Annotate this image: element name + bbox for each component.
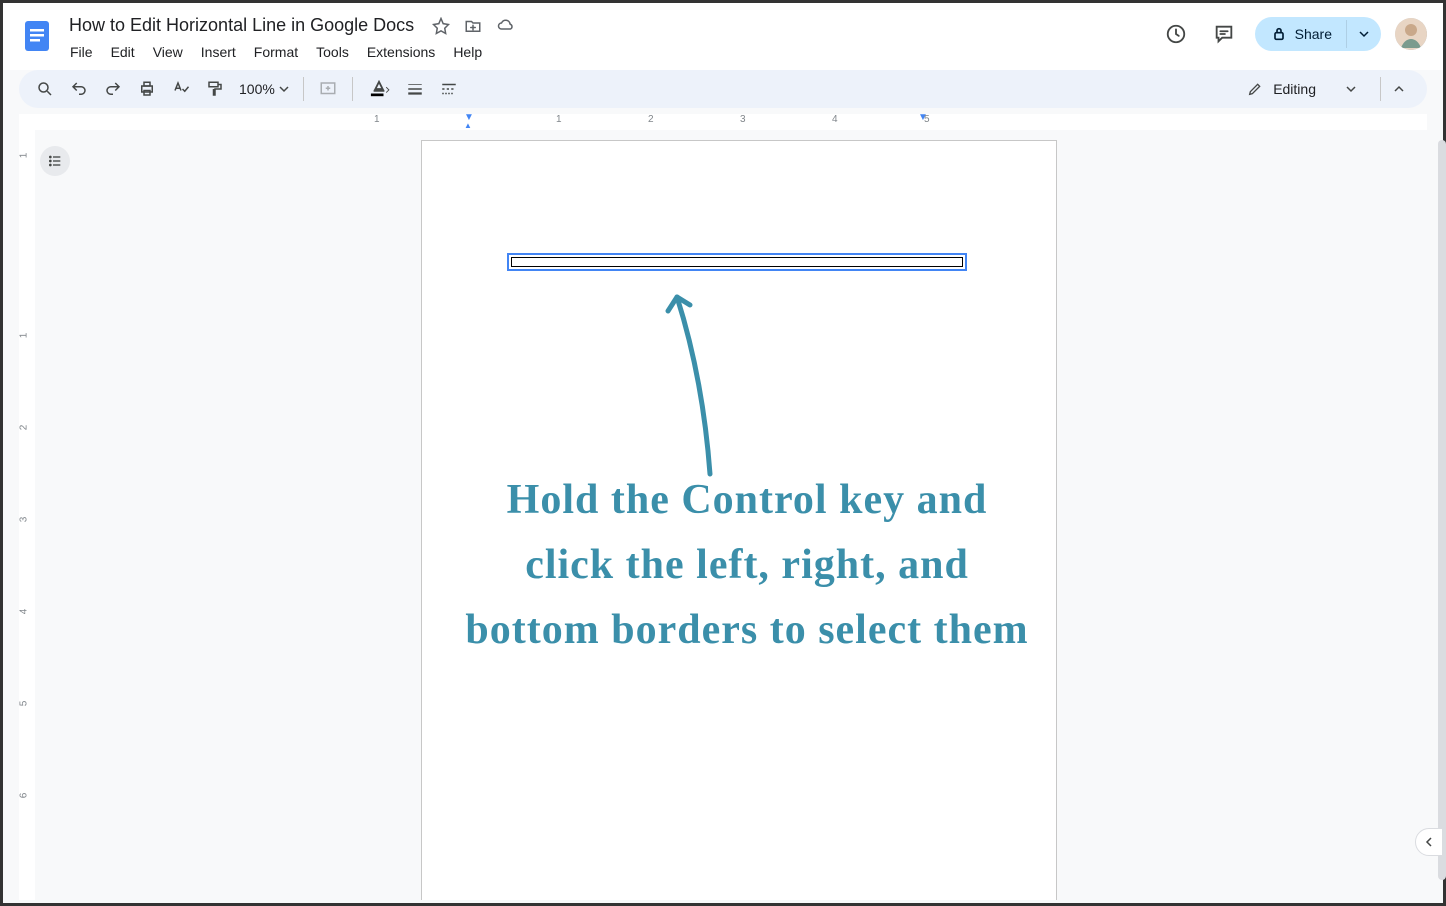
menu-file[interactable]: File: [63, 40, 100, 64]
menu-bar: File Edit View Insert Format Tools Exten…: [63, 38, 1159, 70]
comments-icon[interactable]: [1207, 17, 1241, 51]
ruler-h-label: 4: [832, 114, 838, 125]
menu-edit[interactable]: Edit: [104, 40, 142, 64]
ruler-h-label: 1: [556, 114, 562, 125]
show-side-panel-button[interactable]: [1415, 828, 1443, 856]
undo-icon[interactable]: [63, 74, 95, 104]
cloud-status-icon[interactable]: [496, 17, 516, 35]
ruler-v-label: 1: [18, 333, 29, 339]
ruler-v-label: 4: [18, 609, 29, 615]
left-indent-marker[interactable]: ▲: [464, 121, 472, 130]
zoom-value: 100%: [239, 81, 275, 97]
share-button-group: Share: [1255, 17, 1381, 51]
menu-format[interactable]: Format: [247, 40, 305, 64]
editing-mode-label: Editing: [1273, 81, 1316, 97]
document-page[interactable]: Hold the Control key and click the left,…: [421, 140, 1057, 900]
scrollbar[interactable]: [1438, 140, 1446, 880]
zoom-select[interactable]: 100%: [233, 77, 295, 101]
star-icon[interactable]: [432, 17, 450, 35]
menu-tools[interactable]: Tools: [309, 40, 356, 64]
show-outline-button[interactable]: [40, 146, 70, 176]
ruler-v-label: 1: [18, 153, 29, 159]
account-avatar[interactable]: [1395, 18, 1427, 50]
ruler-v-label: 2: [18, 425, 29, 431]
vertical-ruler[interactable]: 1 1 2 3 4 5 6: [19, 130, 35, 900]
redo-icon[interactable]: [97, 74, 129, 104]
horizontal-ruler[interactable]: 1 ▼ ▲ 1 2 3 4 ▼ 5: [19, 114, 1427, 130]
menu-view[interactable]: View: [146, 40, 190, 64]
separator: [303, 77, 304, 101]
ruler-h-label: 2: [648, 114, 654, 125]
annotation-arrow: [665, 279, 725, 479]
last-edit-icon[interactable]: [1159, 17, 1193, 51]
menu-help[interactable]: Help: [446, 40, 489, 64]
border-color-icon[interactable]: [361, 74, 397, 104]
separator: [352, 77, 353, 101]
search-menus-icon[interactable]: [29, 74, 61, 104]
ruler-h-label: 1: [374, 114, 380, 125]
spellcheck-icon[interactable]: [165, 74, 197, 104]
selected-table-cell[interactable]: [507, 253, 967, 271]
add-comment-icon[interactable]: [312, 74, 344, 104]
border-width-icon[interactable]: [399, 74, 431, 104]
menu-insert[interactable]: Insert: [194, 40, 243, 64]
ruler-v-label: 5: [18, 701, 29, 707]
annotation-text: Hold the Control key and click the left,…: [462, 468, 1032, 663]
share-dropdown[interactable]: [1346, 20, 1381, 48]
ruler-h-label: 3: [740, 114, 746, 125]
menu-extensions[interactable]: Extensions: [360, 40, 442, 64]
move-icon[interactable]: [464, 17, 482, 35]
table-cell-border[interactable]: [511, 257, 963, 267]
document-title[interactable]: How to Edit Horizontal Line in Google Do…: [63, 13, 420, 38]
print-icon[interactable]: [131, 74, 163, 104]
border-dash-icon[interactable]: [433, 74, 465, 104]
share-button[interactable]: Share: [1255, 17, 1346, 51]
toolbar: 100% Editing: [19, 70, 1427, 108]
collapse-toolbar-icon[interactable]: [1380, 77, 1417, 101]
editing-mode-button[interactable]: Editing: [1235, 75, 1368, 103]
ruler-v-label: 3: [18, 517, 29, 523]
ruler-v-label: 6: [18, 793, 29, 799]
share-label: Share: [1295, 26, 1332, 42]
docs-home-icon[interactable]: [19, 11, 55, 59]
document-canvas[interactable]: Hold the Control key and click the left,…: [35, 130, 1443, 900]
paint-format-icon[interactable]: [199, 74, 231, 104]
ruler-h-label: 5: [924, 114, 930, 125]
